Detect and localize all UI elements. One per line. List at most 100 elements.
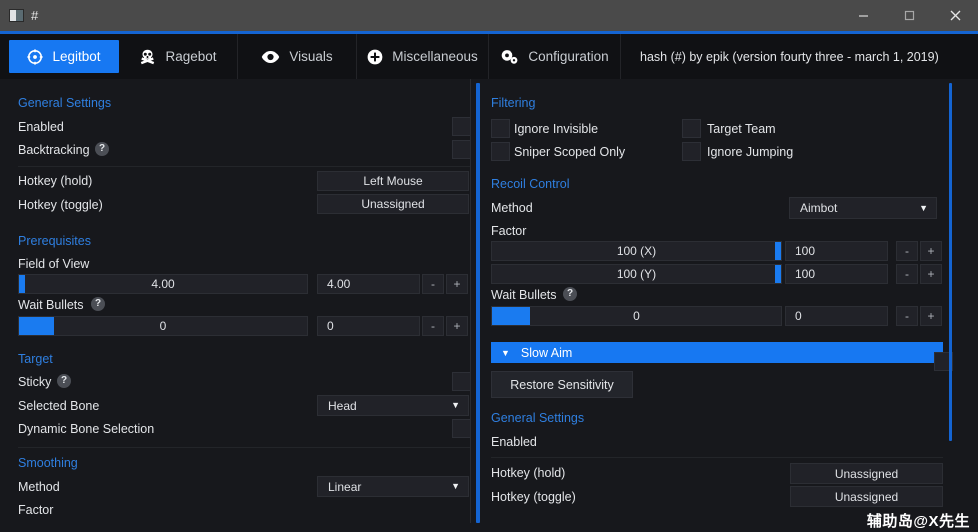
skull-icon [139, 49, 156, 65]
label-sniper-scoped-only: Sniper Scoped Only [514, 145, 626, 159]
checkbox-enabled[interactable] [452, 117, 471, 136]
increment-recoil-wait-bullets-button[interactable]: + [920, 306, 942, 326]
input-wait-bullets[interactable]: 0 [317, 316, 420, 336]
content-area: General Settings Enabled Backtracking ? … [0, 79, 978, 532]
input-recoil-factor-y[interactable]: 100 [785, 264, 888, 284]
triangle-down-icon: ▼ [501, 347, 510, 358]
slider-recoil-factor-x[interactable]: 100 (X) [491, 241, 782, 261]
bottom-bar [0, 523, 978, 532]
restore-sensitivity-button[interactable]: Restore Sensitivity [491, 371, 633, 398]
checkbox-sticky[interactable] [452, 372, 471, 391]
divider [491, 457, 943, 458]
field-hotkey-hold[interactable]: Left Mouse [317, 171, 469, 191]
tab-legitbot-label: Legitbot [52, 49, 101, 64]
field-hotkey-toggle[interactable]: Unassigned [317, 194, 469, 214]
checkbox-backtracking[interactable] [452, 140, 471, 159]
label-ignore-invisible: Ignore Invisible [514, 122, 599, 136]
dropdown-selected-bone[interactable]: Head ▼ [317, 395, 469, 416]
divider [18, 447, 470, 448]
crosshair-icon [27, 48, 44, 65]
window-controls [840, 0, 978, 31]
slider-wait-bullets-value: 0 [159, 319, 167, 333]
input-recoil-wait-bullets[interactable]: 0 [785, 306, 888, 326]
field-slowaim-hotkey-hold[interactable]: Unassigned [790, 463, 943, 484]
label-smoothing-method: Method [18, 480, 60, 494]
help-icon-sticky[interactable]: ? [57, 374, 71, 388]
slider-recoil-wait-bullets[interactable]: 0 [491, 306, 782, 326]
increment-wait-bullets-button[interactable]: + [446, 316, 468, 336]
increment-recoil-factor-x-button[interactable]: + [920, 241, 942, 261]
chevron-down-icon: ▼ [919, 202, 928, 213]
label-recoil-method: Method [491, 201, 533, 215]
label-enabled: Enabled [18, 120, 64, 134]
gears-icon [500, 49, 519, 65]
minimize-icon[interactable] [840, 0, 886, 31]
dropdown-recoil-method[interactable]: Aimbot ▼ [789, 197, 937, 219]
left-section-smoothing-heading: Smoothing [18, 456, 78, 470]
tab-bar: Legitbot Ragebot Visuals Miscellaneous C… [0, 34, 978, 79]
app-icon [9, 9, 24, 22]
left-section-general-settings-heading: General Settings [18, 96, 112, 110]
decrement-recoil-factor-y-button[interactable]: - [896, 264, 918, 284]
slider-recoil-wait-bullets-fill [492, 307, 530, 325]
increment-field-of-view-button[interactable]: + [446, 274, 468, 294]
help-icon-backtracking[interactable]: ? [95, 142, 109, 156]
header-note: hash (#) by epik (version fourty three -… [640, 49, 939, 64]
checkbox-dynamic-bone-selection[interactable] [452, 419, 471, 438]
field-slowaim-hotkey-toggle[interactable]: Unassigned [790, 486, 943, 507]
slider-wait-bullets-fill [19, 317, 54, 335]
tab-visuals[interactable]: Visuals [238, 34, 357, 79]
tab-visuals-label: Visuals [289, 49, 333, 64]
dropdown-recoil-method-value: Aimbot [800, 201, 838, 215]
dropdown-selected-bone-value: Head [328, 398, 357, 413]
tab-miscellaneous[interactable]: Miscellaneous [357, 34, 489, 79]
slider-recoil-factor-y-value: 100 (Y) [616, 267, 657, 281]
increment-recoil-factor-y-button[interactable]: + [920, 264, 942, 284]
tab-configuration-label: Configuration [528, 49, 609, 64]
input-field-of-view[interactable]: 4.00 [317, 274, 420, 294]
input-recoil-factor-x[interactable]: 100 [785, 241, 888, 261]
maximize-icon[interactable] [886, 0, 932, 31]
eye-icon [261, 50, 280, 64]
slider-recoil-factor-y-fill [775, 265, 781, 283]
checkbox-target-team[interactable] [682, 119, 701, 138]
decrement-recoil-wait-bullets-button[interactable]: - [896, 306, 918, 326]
decrement-wait-bullets-button[interactable]: - [422, 316, 444, 336]
slider-field-of-view-fill [19, 275, 25, 293]
dropdown-smoothing-method-value: Linear [328, 479, 362, 494]
tab-ragebot[interactable]: Ragebot [119, 34, 238, 79]
slider-field-of-view[interactable]: 4.00 [18, 274, 308, 294]
plus-circle-icon [367, 49, 383, 65]
decrement-recoil-factor-x-button[interactable]: - [896, 241, 918, 261]
tab-legitbot[interactable]: Legitbot [9, 40, 119, 73]
left-panel: General Settings Enabled Backtracking ? … [0, 79, 480, 532]
right-section-recoil-control-heading: Recoil Control [491, 177, 570, 191]
help-icon-wait-bullets[interactable]: ? [91, 297, 105, 311]
label-backtracking: Backtracking [18, 143, 90, 157]
dropdown-smoothing-method[interactable]: Linear ▼ [317, 476, 469, 497]
slider-recoil-factor-x-value: 100 (X) [616, 244, 657, 258]
checkbox-sniper-scoped-only[interactable] [491, 142, 510, 161]
label-selected-bone: Selected Bone [18, 399, 100, 413]
label-slowaim-hotkey-toggle: Hotkey (toggle) [491, 490, 576, 504]
label-field-of-view: Field of View [18, 257, 90, 271]
decrement-field-of-view-button[interactable]: - [422, 274, 444, 294]
slider-recoil-factor-y[interactable]: 100 (Y) [491, 264, 782, 284]
close-icon[interactable] [932, 0, 978, 31]
checkbox-ignore-invisible[interactable] [491, 119, 510, 138]
label-slowaim-enabled: Enabled [491, 435, 537, 449]
checkbox-ignore-jumping[interactable] [682, 142, 701, 161]
section-header-slow-aim[interactable]: ▼ Slow Aim [491, 342, 943, 363]
right-section-general-settings-heading: General Settings [491, 411, 585, 425]
slider-field-of-view-value: 4.00 [151, 277, 175, 291]
right-section-filtering-heading: Filtering [491, 96, 536, 110]
right-panel-scrollbar[interactable] [949, 83, 952, 441]
slider-wait-bullets[interactable]: 0 [18, 316, 308, 336]
left-section-target-heading: Target [18, 352, 53, 366]
help-icon-recoil-wait-bullets[interactable]: ? [563, 287, 577, 301]
tab-configuration[interactable]: Configuration [489, 34, 621, 79]
slider-recoil-wait-bullets-value: 0 [633, 309, 640, 323]
left-section-prerequisites-heading: Prerequisites [18, 234, 91, 248]
label-smoothing-factor: Factor [18, 503, 54, 517]
divider [18, 166, 470, 167]
